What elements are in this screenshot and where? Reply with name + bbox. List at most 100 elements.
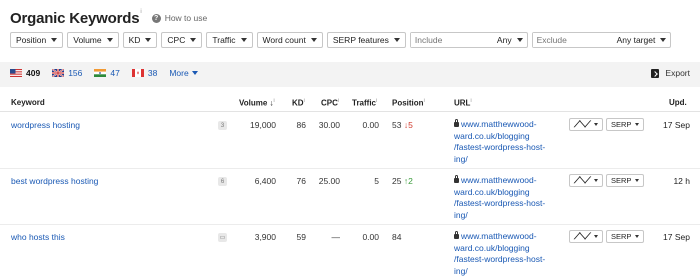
cpc-value: 25.00 [318,176,340,186]
cpc-value: 30.00 [318,120,340,130]
table-row: who hosts this ▭ 3,900 59 — 0.00 84 www.… [0,225,700,276]
col-upd[interactable]: Upd. [669,98,687,107]
info-icon: i [376,98,378,104]
table-row: best wordpress hosting 6 6,400 76 25.00 … [0,169,700,225]
ca-flag-icon [131,69,144,77]
tab-uk-count: 156 [68,68,83,78]
position-number: 53 [392,120,402,130]
volume-filter[interactable]: Volume [67,32,119,48]
how-to-use-link[interactable]: ? How to use [151,13,207,23]
target-label: Any target [616,35,656,45]
col-volume-label: Volume [239,98,268,108]
url-line: /fastest-wordpress-host- [454,142,546,152]
col-traffic[interactable]: Traffici [352,98,377,108]
col-keyword[interactable]: Keyword [11,98,45,107]
serp-features-filter-label: SERP features [332,35,389,45]
traffic-value: 5 [374,176,379,186]
kd-value: 76 [296,176,306,186]
keyword-link[interactable]: best wordpress hosting [11,176,98,186]
include-mode-select[interactable]: Any [493,33,527,47]
col-volume[interactable]: Volume ↓i [239,98,275,108]
cpc-filter[interactable]: CPC [161,32,203,48]
traffic-filter[interactable]: Traffic [206,32,253,48]
position-filter[interactable]: Position [10,32,64,48]
tab-us-count: 409 [26,68,41,78]
question-icon: ? [151,13,161,23]
more-countries-button[interactable]: More [169,68,198,78]
url-link[interactable]: www.matthewwood- ward.co.uk/blogging /fa… [454,175,559,221]
url-line: ing/ [454,265,468,276]
target-select[interactable]: Any target [613,33,671,47]
trend-dropdown[interactable]: ⟋⟍⟋ [569,230,603,243]
traffic-filter-label: Traffic [212,35,236,45]
country-tabs: 409 156 47 38 More Export [0,62,700,87]
chevron-down-icon [106,38,113,42]
position-number: 84 [392,232,402,242]
chevron-down-icon [516,38,523,42]
keyword-link[interactable]: who hosts this [11,232,65,242]
kd-filter-label: KD [128,35,141,45]
col-kd[interactable]: KDi [292,98,305,108]
trend-dropdown[interactable]: ⟋⟍⟋ [569,174,603,187]
uk-flag-icon [52,69,65,77]
col-cpc[interactable]: CPCi [321,98,339,108]
position-value: 84 [392,232,401,242]
serp-dropdown[interactable]: SERP [606,174,645,187]
lock-icon [454,119,459,127]
serp-count-badge[interactable]: 3 [218,121,227,130]
serp-features-filter[interactable]: SERP features [326,32,406,48]
kd-value: 59 [296,232,306,242]
serp-snippet-icon[interactable]: ▭ [218,233,227,242]
updated-date: 17 Sep [663,232,690,242]
info-icon: i [423,98,425,104]
position-number: 25 [392,176,402,186]
serp-label: SERP [611,232,632,241]
col-position[interactable]: Positioni [392,98,425,108]
tab-ca[interactable]: 38 [131,68,157,78]
export-label: Export [665,68,690,78]
word-count-filter[interactable]: Word count [256,32,323,48]
serp-count-badge[interactable]: 6 [218,177,227,186]
url-line: ing/ [454,153,468,164]
chevron-down-icon [190,38,197,42]
trend-dropdown[interactable]: ⟋⟍⟋ [569,118,603,131]
position-change-down: ↓5 [403,120,413,130]
in-flag-icon [94,69,107,77]
chevron-down-icon [51,38,58,42]
title-info-icon[interactable]: i [140,9,141,15]
url-link[interactable]: www.matthewwood- ward.co.uk/blogging /fa… [454,119,559,165]
exclude-input[interactable] [532,33,613,47]
url-link[interactable]: www.matthewwood- ward.co.uk/blogging /fa… [454,231,559,276]
url-line: www.matthewwood- [461,231,537,241]
serp-dropdown[interactable]: SERP [606,118,645,131]
chevron-down-icon [593,123,598,126]
tab-us[interactable]: 409 [10,68,40,78]
keyword-link[interactable]: wordpress hosting [11,120,80,130]
serp-label: SERP [611,120,632,129]
chevron-down-icon [593,235,598,238]
kd-filter[interactable]: KD [122,32,158,48]
serp-dropdown[interactable]: SERP [606,230,645,243]
chevron-down-icon [145,38,152,42]
page-title: Organic Keywords [10,9,140,27]
chevron-down-icon [635,235,640,238]
tab-uk[interactable]: 156 [52,68,82,78]
col-cpc-label: CPC [321,98,338,108]
chevron-down-icon [393,38,400,42]
col-url[interactable]: URLi [454,98,472,108]
tab-in[interactable]: 47 [94,68,120,78]
cpc-filter-label: CPC [167,35,186,45]
chevron-down-icon [635,123,640,126]
chevron-down-icon [660,38,667,42]
url-line: www.matthewwood- [461,119,537,129]
trend-chart-icon: ⟋⟍⟋ [574,119,591,129]
col-upd-label: Upd. [669,98,687,107]
table-row: wordpress hosting 3 19,000 86 30.00 0.00… [0,113,700,169]
export-button[interactable]: Export [651,68,690,78]
include-input[interactable] [410,33,493,47]
volume-filter-label: Volume [73,35,102,45]
info-icon: i [303,98,305,104]
us-flag-icon [10,69,22,77]
export-icon [651,68,660,78]
volume-value: 3,900 [254,232,276,242]
